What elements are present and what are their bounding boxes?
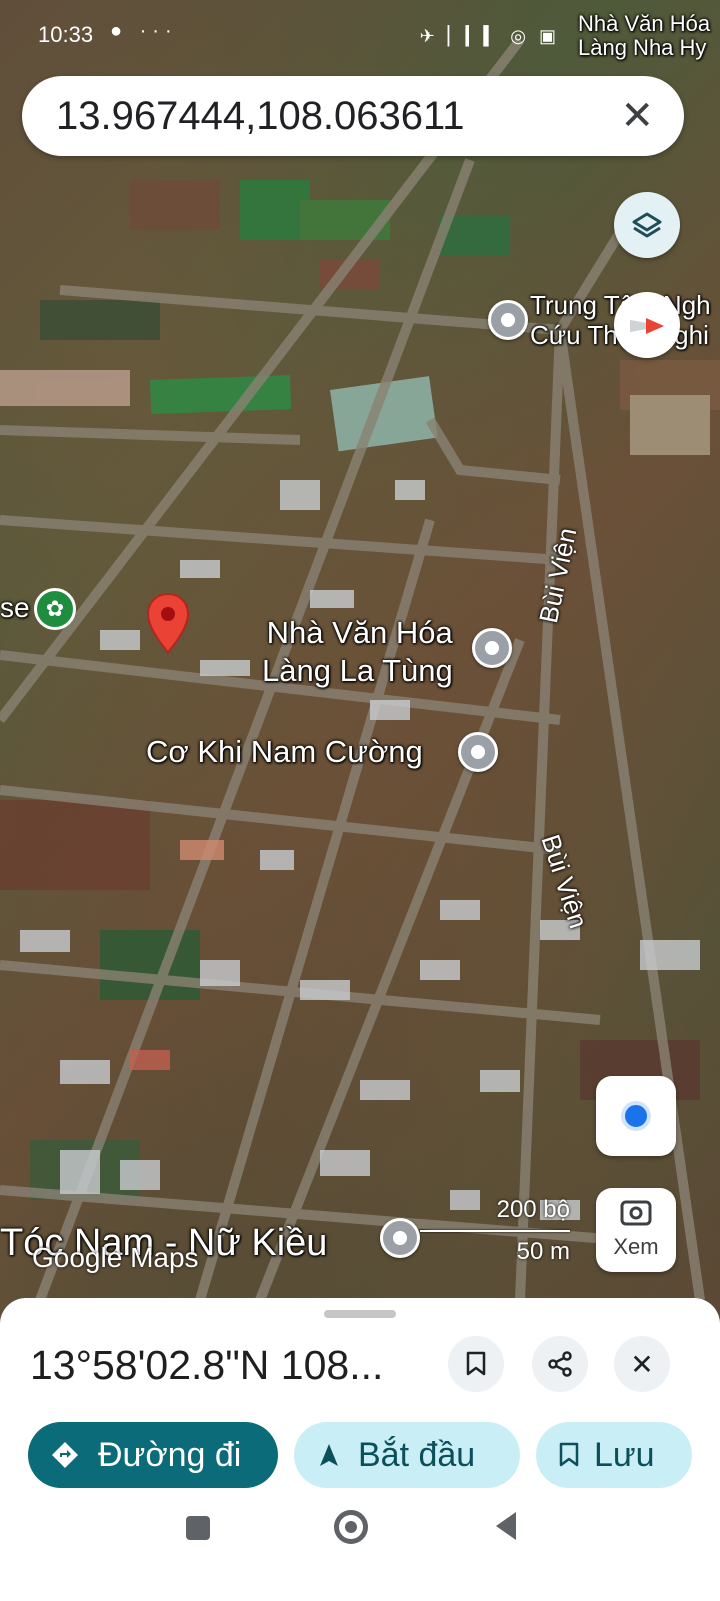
place-label-co-khi[interactable]: Cơ Khi Nam Cường	[146, 734, 423, 770]
compass-button[interactable]	[614, 292, 680, 358]
my-location-button[interactable]	[596, 1076, 676, 1156]
share-button[interactable]	[532, 1336, 588, 1392]
directions-icon	[52, 1442, 78, 1468]
place-label-partial[interactable]: se	[0, 592, 30, 624]
search-bar[interactable]: 13.967444,108.063611 ✕	[22, 76, 684, 156]
start-label: Bắt đầu	[358, 1435, 476, 1474]
layers-icon	[632, 212, 662, 238]
my-location-icon	[621, 1101, 651, 1131]
back-icon[interactable]	[492, 1510, 518, 1542]
location-marker-icon[interactable]	[146, 592, 190, 654]
save-label: Lưu	[594, 1435, 655, 1474]
scale-metric: 50 m	[516, 1238, 570, 1265]
bookmark-icon	[559, 1442, 579, 1467]
place-pin-icon[interactable]	[380, 1218, 420, 1258]
directions-label: Đường đi	[98, 1435, 242, 1474]
system-icons: ✈ ▏▎▍ ◎ ▣	[419, 26, 560, 46]
close-icon: ✕	[630, 1348, 654, 1380]
lens-label: Xem	[613, 1234, 659, 1259]
scale-line	[420, 1230, 570, 1232]
start-button[interactable]: Bắt đầu	[294, 1422, 520, 1488]
place-pin-icon[interactable]	[488, 300, 528, 340]
share-icon	[548, 1351, 572, 1377]
scale-bar: 200 bộ 50 m	[420, 1196, 570, 1276]
close-sheet-button[interactable]: ✕	[614, 1336, 670, 1392]
layers-button[interactable]	[614, 192, 680, 258]
google-maps-watermark: Google Maps	[32, 1242, 199, 1273]
close-icon[interactable]: ✕	[620, 92, 654, 140]
status-bar: 10:33 ● ··· ✈ ▏▎▍ ◎ ▣	[0, 0, 720, 70]
system-navigation-bar	[0, 1494, 720, 1601]
coordinate-title: 13°58'02.8"N 108...	[30, 1342, 384, 1388]
flower-place-icon[interactable]: ✿	[34, 588, 76, 630]
navigation-arrow-icon	[320, 1444, 338, 1466]
lens-button[interactable]: Xem	[596, 1188, 676, 1272]
place-pin-icon[interactable]	[458, 732, 498, 772]
home-icon-dot	[345, 1521, 357, 1533]
place-pin-icon[interactable]	[472, 628, 512, 668]
camera-lens-icon	[620, 1200, 652, 1226]
directions-button[interactable]: Đường đi	[28, 1422, 278, 1488]
compass-icon	[630, 318, 664, 334]
recent-apps-icon[interactable]	[186, 1516, 210, 1540]
status-time: 10:33	[38, 22, 94, 47]
save-bookmark-button[interactable]	[448, 1336, 504, 1392]
notification-icons: ● ···	[110, 20, 178, 42]
place-label-nha-van-hoa[interactable]: Nhà Văn Hóa Làng La Tùng	[262, 614, 453, 690]
search-input[interactable]: 13.967444,108.063611	[56, 94, 465, 139]
bookmark-icon	[466, 1351, 486, 1376]
drag-handle[interactable]	[324, 1310, 396, 1318]
scale-imperial: 200 bộ	[496, 1196, 570, 1223]
save-button[interactable]: Lưu	[536, 1422, 692, 1488]
